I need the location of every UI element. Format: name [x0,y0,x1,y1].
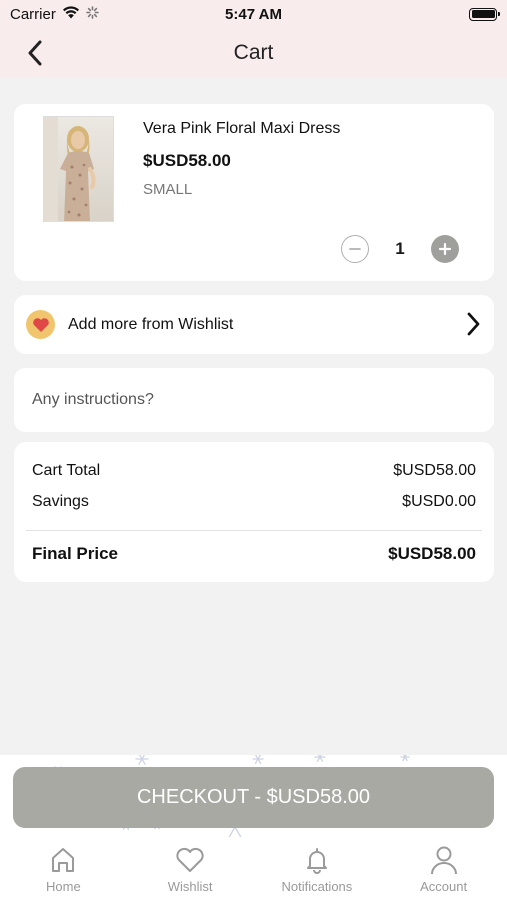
summary-divider [26,530,482,531]
quantity-value: 1 [395,239,405,258]
cart-item-card: Vera Pink Floral Maxi Dress $USD58.00 SM… [14,104,494,281]
bell-icon [302,843,332,877]
loading-spinner-icon [86,5,99,23]
wishlist-row-label: Add more from Wishlist [68,316,234,333]
carrier-label: Carrier [10,5,56,23]
checkout-button[interactable]: CHECKOUT - $USD58.00 [13,767,494,828]
price-summary-card: Cart Total $USD58.00 Savings $USD0.00 Fi… [14,442,494,582]
plus-icon [438,242,452,256]
back-button[interactable] [18,36,52,70]
minus-icon [349,248,361,250]
final-price-row: Final Price $USD58.00 [32,544,476,564]
tab-account[interactable]: Account [384,843,504,900]
tab-home-label: Home [46,879,81,894]
status-bar: Carrier 5:47 AM [0,0,507,28]
status-left: Carrier [10,6,99,23]
nav-bar: Cart [0,28,507,78]
instructions-input[interactable] [14,368,494,432]
tab-account-label: Account [420,879,468,894]
instructions-card [14,368,494,432]
product-image[interactable] [43,116,114,222]
add-from-wishlist-row[interactable]: Add more from Wishlist [14,295,494,354]
product-name[interactable]: Vera Pink Floral Maxi Dress [143,120,340,138]
decrease-quantity-button[interactable] [341,235,369,263]
tab-notifications[interactable]: Notifications [257,843,377,900]
quantity-stepper: 1 [341,235,459,263]
product-price: $USD58.00 [143,151,231,170]
final-price-value: $USD58.00 [388,544,476,563]
heart-icon [26,310,55,339]
chevron-left-icon [28,40,42,66]
tab-notifications-label: Notifications [281,879,353,894]
user-icon [429,843,459,877]
final-price-label: Final Price [32,544,118,563]
wifi-icon [62,5,80,23]
cart-total-row: Cart Total $USD58.00 [32,462,476,480]
tab-bar: Home Wishlist Notifications Account [0,843,507,900]
product-size: SMALL [143,181,193,198]
battery-icon [469,7,500,21]
tab-wishlist-label: Wishlist [167,879,213,894]
tab-home[interactable]: Home [3,843,123,900]
bottom-area: CHECKOUT - $USD58.00 Home Wishlist Notif… [0,755,507,900]
chevron-right-icon [466,312,480,341]
cart-total-value: $USD58.00 [393,462,476,479]
savings-value: $USD0.00 [402,493,476,510]
home-icon [48,843,78,877]
page-title: Cart [233,41,274,64]
savings-label: Savings [32,493,89,510]
savings-row: Savings $USD0.00 [32,493,476,511]
increase-quantity-button[interactable] [431,235,459,263]
heart-outline-icon [174,843,206,877]
tab-wishlist[interactable]: Wishlist [130,843,250,900]
cart-total-label: Cart Total [32,462,101,479]
